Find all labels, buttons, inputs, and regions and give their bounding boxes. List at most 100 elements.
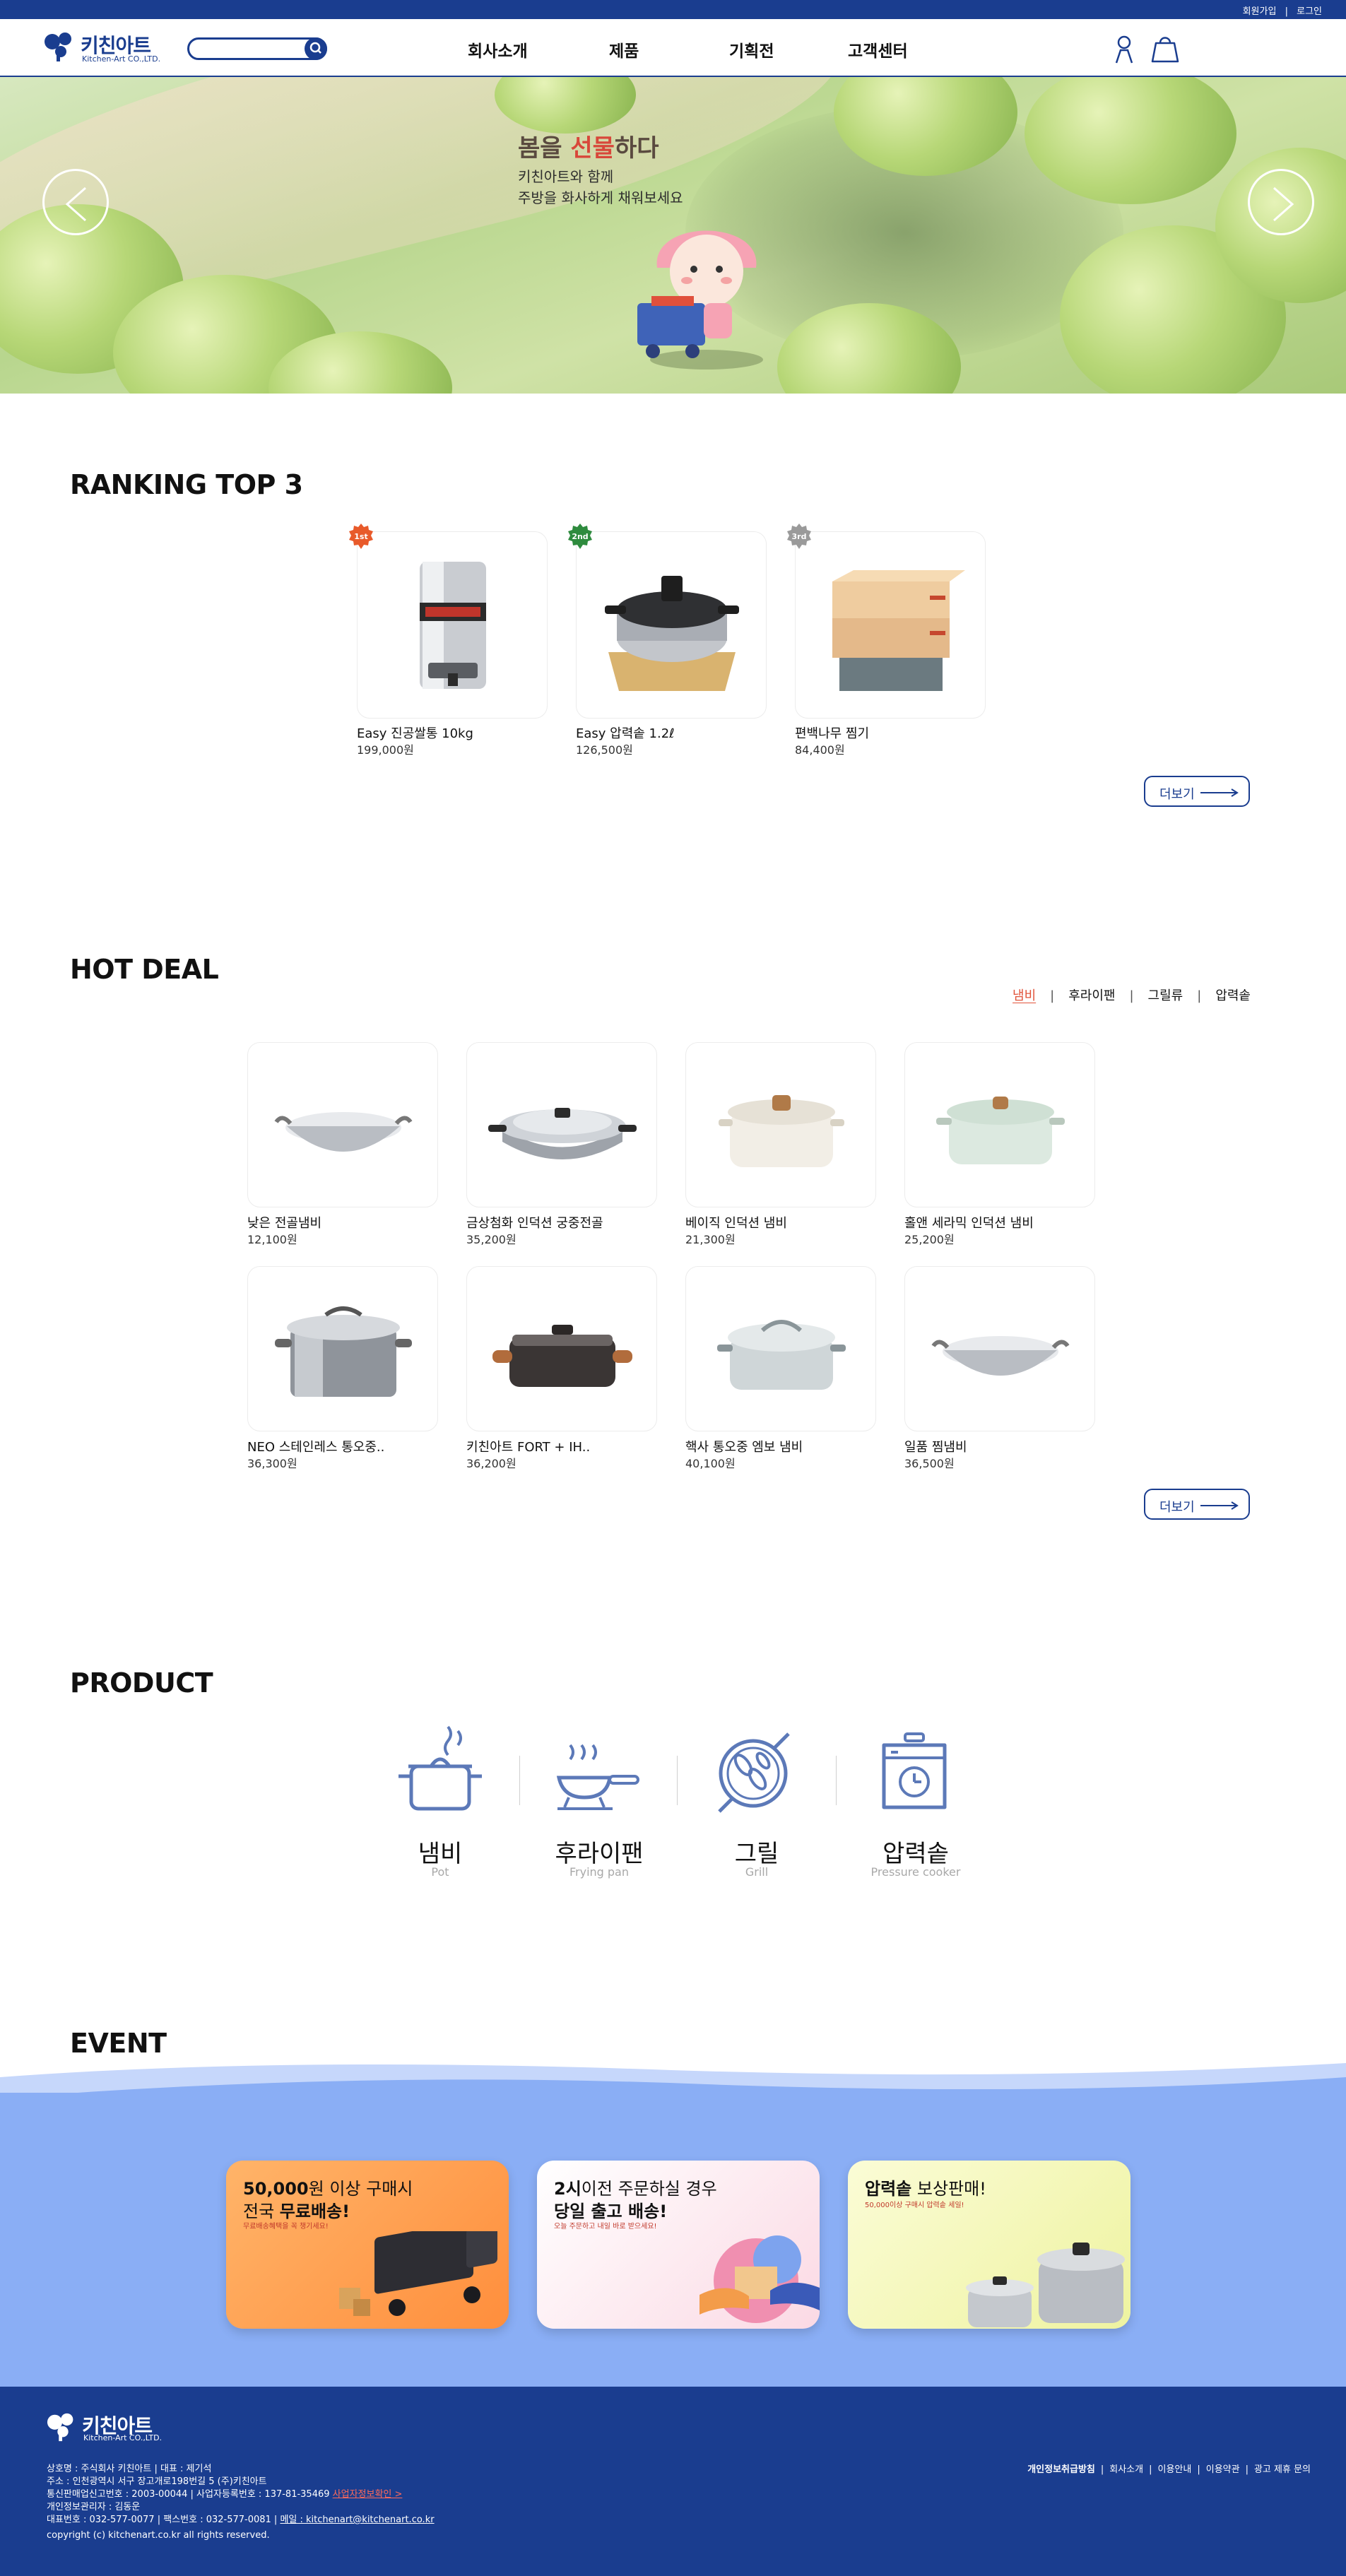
hotdeal-product-price: 40,100원 — [685, 1457, 736, 1470]
hotdeal-product-card[interactable] — [466, 1266, 657, 1431]
event-section-title: EVENT — [70, 2028, 167, 2059]
shallow-pot-image — [274, 1112, 413, 1152]
hero-banner: 봄을 선물하다 키친아트와 함께 주방을 화사하게 채워보세요 — [0, 77, 1346, 394]
hotdeal-product-card[interactable] — [904, 1266, 1095, 1431]
chevron-left-icon — [65, 187, 86, 222]
hero-next-button[interactable] — [1248, 169, 1314, 235]
category-name: 냄비 — [418, 1840, 463, 1868]
category-english: Pot — [431, 1865, 449, 1879]
user-icon[interactable] — [1109, 33, 1139, 64]
hero-title-suffix: 하다 — [614, 134, 659, 163]
more-button-label: 더보기 — [1159, 1500, 1195, 1515]
hotdeal-product-name[interactable]: 낮은 전골냄비 — [247, 1213, 321, 1231]
ranking-product-price: 126,500원 — [576, 743, 633, 757]
hotdeal-product-name[interactable]: NEO 스테인레스 통오중.. — [247, 1437, 384, 1455]
category-name: 후라이팬 — [555, 1840, 644, 1868]
cookware-illustration — [966, 2243, 1125, 2327]
tab-pot[interactable]: 냄비 — [1013, 986, 1036, 1004]
hotdeal-product-price: 36,500원 — [904, 1457, 955, 1470]
business-check-link[interactable]: 사업자정보확인 > — [333, 2489, 403, 2500]
footer-link-ad-inquiry[interactable]: 광고 제휴 문의 — [1254, 2464, 1311, 2475]
email-link[interactable]: 메일 : kitchenart@kitchenart.co.kr — [280, 2515, 434, 2525]
hotdeal-product-card[interactable] — [247, 1266, 438, 1431]
shopping-bag-icon[interactable] — [1150, 33, 1180, 64]
info-line: 주소 : 인천광역시 서구 장고개로198번길 5 (주)키친아트 — [47, 2476, 267, 2487]
arrow-right-icon — [1200, 1501, 1239, 1510]
event-card-free-shipping[interactable]: 50,000원 이상 구매시 전국 무료배송! 무료배송혜택을 꼭 챙기세요! — [226, 2161, 509, 2329]
hotdeal-product-name[interactable]: 핵사 통오중 엠보 냄비 — [685, 1437, 803, 1455]
category-english: Frying pan — [569, 1865, 629, 1879]
hero-prev-button[interactable] — [42, 169, 109, 235]
svg-text:1st: 1st — [354, 532, 367, 541]
hotdeal-product-price: 36,300원 — [247, 1457, 297, 1470]
footer-logo[interactable]: 키친아트 Kitchen-Art CO.,LTD. — [47, 2409, 174, 2445]
footer-link-company[interactable]: 회사소개 — [1109, 2464, 1143, 2475]
event-line1-bold: 50,000 — [243, 2179, 309, 2199]
footer-link-privacy[interactable]: 개인정보취급방침 — [1027, 2464, 1095, 2475]
rank-badge-1: 1st — [349, 524, 373, 549]
grill-icon — [718, 1732, 790, 1813]
hotdeal-product-price: 21,300원 — [685, 1233, 736, 1246]
hotdeal-category-tabs: 냄비 | 후라이팬 | 그릴류 | 압력솥 — [1013, 986, 1251, 1004]
category-name: 압력솥 — [882, 1840, 949, 1868]
footer-logo-subtitle: Kitchen-Art CO.,LTD. — [83, 2433, 163, 2442]
nav-exhibition[interactable]: 기획전 — [729, 37, 774, 61]
hotdeal-product-price: 12,100원 — [247, 1233, 297, 1246]
info-line-text: 대표번호 : 032-577-0077 | 팩스번호 : 032-577-008… — [47, 2515, 281, 2525]
ranking-more-button[interactable]: 더보기 — [1144, 776, 1250, 807]
divider — [519, 1756, 520, 1805]
top-links: 회원가입 | 로그인 — [1243, 4, 1322, 17]
ranking-product-name[interactable]: 편백나무 찜기 — [795, 723, 869, 742]
hotdeal-product-name[interactable]: 금상첨화 인덕션 궁중전골 — [466, 1213, 603, 1231]
pot-icon — [399, 1725, 482, 1811]
event-line2: 당일 출고 배송! — [554, 2202, 668, 2221]
category-name: 그릴 — [734, 1840, 779, 1868]
event-line3: 무료배송혜택을 꼭 챙기세요! — [243, 2223, 329, 2231]
login-link[interactable]: 로그인 — [1297, 6, 1322, 17]
tab-pressure-cooker[interactable]: 압력솥 — [1215, 986, 1251, 1004]
nav-company[interactable]: 회사소개 — [468, 37, 528, 61]
ranking-product-name[interactable]: Easy 압력솥 1.2ℓ — [576, 723, 675, 742]
event-card-pressure-sale[interactable]: 압력솥 보상판매! 50,000이상 구매시 압력솥 세일! — [848, 2161, 1130, 2329]
event-line1-rest: 이전 주문하실 경우 — [581, 2179, 717, 2199]
fort-ih-pot-image — [492, 1325, 632, 1387]
svg-text:3rd: 3rd — [792, 532, 807, 541]
ranking-product-card[interactable] — [357, 531, 548, 719]
rank-badge-3: 3rd — [787, 524, 811, 549]
ranking-product-name[interactable]: Easy 진공쌀통 10kg — [357, 723, 473, 742]
hotdeal-product-card[interactable] — [466, 1042, 657, 1207]
event-line1-rest: 원 이상 구매시 — [308, 2179, 413, 2199]
hotdeal-product-name[interactable]: 키친아트 FORT + IH.. — [466, 1437, 590, 1455]
footer-link-guide[interactable]: 이용안내 — [1158, 2464, 1192, 2475]
hotdeal-product-card[interactable] — [685, 1042, 876, 1207]
signup-link[interactable]: 회원가입 — [1243, 6, 1277, 17]
rank-badge-2: 2nd — [568, 524, 592, 549]
hotdeal-product-price: 35,200원 — [466, 1233, 516, 1246]
nav-customer-center[interactable]: 고객센터 — [848, 37, 908, 61]
tab-frying-pan[interactable]: 후라이팬 — [1068, 986, 1115, 1004]
hotdeal-product-card[interactable] — [247, 1042, 438, 1207]
ranking-title-text: RANKING TOP 3 — [70, 469, 303, 500]
info-line: 개인정보관리자 : 김동운 — [47, 2502, 141, 2512]
hotdeal-product-name[interactable]: 일품 찜냄비 — [904, 1437, 967, 1455]
basic-pot-image — [719, 1095, 844, 1167]
ranking-product-card[interactable] — [576, 531, 767, 719]
frying-pan-icon — [556, 1744, 639, 1810]
tab-grill[interactable]: 그릴류 — [1148, 986, 1183, 1004]
hotdeal-product-card[interactable] — [904, 1042, 1095, 1207]
nav-products[interactable]: 제품 — [609, 37, 639, 61]
event-line2-b: 무료배송! — [279, 2202, 350, 2221]
delivery-truck-illustration — [339, 2231, 497, 2316]
footer-links: 개인정보취급방침 | 회사소개 | 이용안내 | 이용약관 | 광고 제휴 문의 — [1027, 2464, 1311, 2475]
event-line2: 전국 무료배송! — [243, 2197, 350, 2222]
hotdeal-product-card[interactable] — [685, 1266, 876, 1431]
site-header: 키친아트 Kitchen-Art CO.,LTD. 회사소개 제품 기획전 고객… — [0, 19, 1346, 77]
pressure-cooker-image — [605, 576, 739, 691]
event-line3: 오늘 주문하고 내일 바로 받으세요! — [554, 2223, 657, 2231]
event-card-same-day[interactable]: 2시이전 주문하실 경우 당일 출고 배송! 오늘 주문하고 내일 바로 받으세… — [537, 2161, 820, 2329]
footer-link-terms[interactable]: 이용약관 — [1206, 2464, 1240, 2475]
ranking-product-card[interactable] — [795, 531, 986, 719]
hotdeal-product-name[interactable]: 홀앤 세라믹 인덕션 냄비 — [904, 1213, 1034, 1231]
hotdeal-more-button[interactable]: 더보기 — [1144, 1489, 1250, 1520]
hotdeal-product-name[interactable]: 베이직 인덕션 냄비 — [685, 1213, 787, 1231]
